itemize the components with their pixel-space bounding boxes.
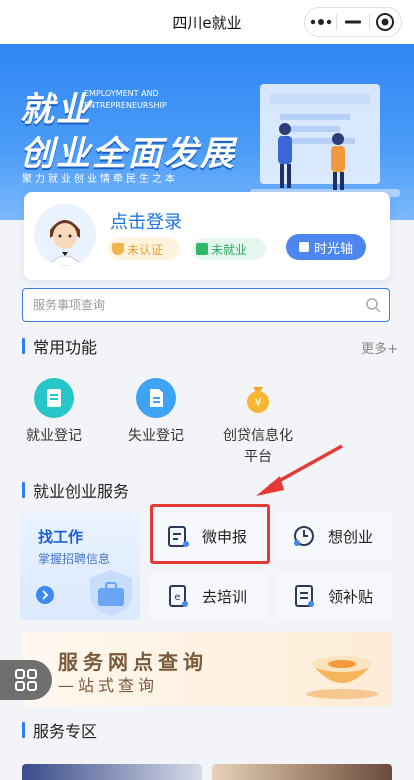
- banner-slogan: 聚力就业创业情牵民生之本: [22, 174, 178, 185]
- find-job-card[interactable]: 找工作 掌握招聘信息: [20, 512, 140, 620]
- auth-status-badge: 未认证: [108, 238, 180, 260]
- service-outlet-banner[interactable]: 服务网点查询 —站式查询: [22, 632, 392, 706]
- shield-check-icon: [112, 243, 124, 255]
- func-unemployment-registration[interactable]: 失业登记: [106, 378, 206, 447]
- service-bowl-icon: [306, 656, 378, 699]
- common-functions-title: 常用功能: [33, 338, 98, 357]
- timeline-button[interactable]: 时光轴: [286, 234, 366, 260]
- svg-text:¥: ¥: [255, 396, 262, 409]
- func-label: 就业登记: [26, 428, 82, 444]
- training-book-icon: e: [164, 582, 192, 610]
- briefcase-icon: [196, 243, 208, 255]
- chevron-right-icon[interactable]: [36, 586, 54, 604]
- highlight-box: [150, 504, 270, 564]
- service-startup[interactable]: 想创业: [276, 512, 392, 560]
- func-label: 失业登记: [128, 428, 184, 444]
- login-card[interactable]: 点击登录 未认证 未就业 时光轴: [24, 192, 390, 280]
- service-training[interactable]: e 去培训: [150, 572, 268, 620]
- minus-icon[interactable]: [337, 8, 368, 36]
- outlet-subtitle: —站式查询: [58, 676, 159, 695]
- section-accent-bar: [22, 338, 25, 354]
- timeline-icon: [298, 242, 309, 252]
- services-title: 就业创业服务: [33, 482, 130, 501]
- section-accent-bar: [22, 722, 25, 738]
- startup-clock-icon: [290, 522, 318, 550]
- banner-english-line1: EMPLOYMENT AND: [84, 89, 159, 98]
- search-input[interactable]: [33, 289, 353, 321]
- document-icon: [34, 378, 74, 418]
- outlet-title: 服务网点查询: [58, 650, 208, 674]
- more-link[interactable]: 更多+: [361, 338, 398, 357]
- file-icon: [136, 378, 176, 418]
- common-functions-heading: 常用功能: [22, 336, 98, 357]
- find-job-subtitle: 掌握招聘信息: [38, 552, 111, 566]
- banner-title-line1: 就业: [20, 90, 92, 130]
- annotation-arrow: [256, 444, 343, 496]
- mini-program-capsule: [304, 7, 402, 37]
- job-status-label: 未就业: [211, 242, 248, 257]
- briefcase-shield-icon: [90, 570, 132, 616]
- section-accent-bar: [22, 482, 25, 498]
- avatar: [34, 204, 96, 266]
- service-search-bar: [22, 288, 390, 322]
- service-zone-heading: 服务专区: [22, 720, 98, 741]
- banner-english-line2: ENTREPRENEURSHIP: [84, 101, 167, 110]
- func-employment-registration[interactable]: 就业登记: [4, 378, 104, 447]
- top-navigation-bar: 四川e就业: [0, 0, 414, 44]
- service-subsidy[interactable]: 领补贴: [276, 572, 392, 620]
- zone-card-left[interactable]: [22, 764, 202, 780]
- services-heading: 就业创业服务: [22, 480, 130, 501]
- service-label: 去培训: [202, 587, 248, 606]
- job-status-badge: 未就业: [192, 238, 266, 260]
- timeline-button-label: 时光轴: [313, 241, 353, 257]
- grid-menu-button[interactable]: [0, 660, 52, 700]
- search-icon[interactable]: [365, 297, 381, 313]
- target-icon[interactable]: [370, 8, 401, 36]
- subsidy-icon: [290, 582, 318, 610]
- svg-text:e: e: [174, 592, 180, 603]
- service-zone-title: 服务专区: [33, 722, 98, 741]
- service-label: 领补贴: [328, 587, 374, 606]
- grid-icon: [15, 669, 37, 691]
- money-bag-icon: ¥: [238, 378, 278, 418]
- find-job-title: 找工作: [38, 528, 84, 546]
- login-link[interactable]: 点击登录: [110, 208, 182, 234]
- zone-card-right[interactable]: [212, 764, 392, 780]
- auth-status-label: 未认证: [127, 242, 164, 257]
- service-label: 想创业: [328, 527, 374, 546]
- banner-english-text: EMPLOYMENT AND ENTREPRENEURSHIP: [84, 88, 204, 112]
- banner-title-line2: 创业全面发展: [20, 134, 236, 174]
- more-dots-icon[interactable]: [305, 8, 336, 36]
